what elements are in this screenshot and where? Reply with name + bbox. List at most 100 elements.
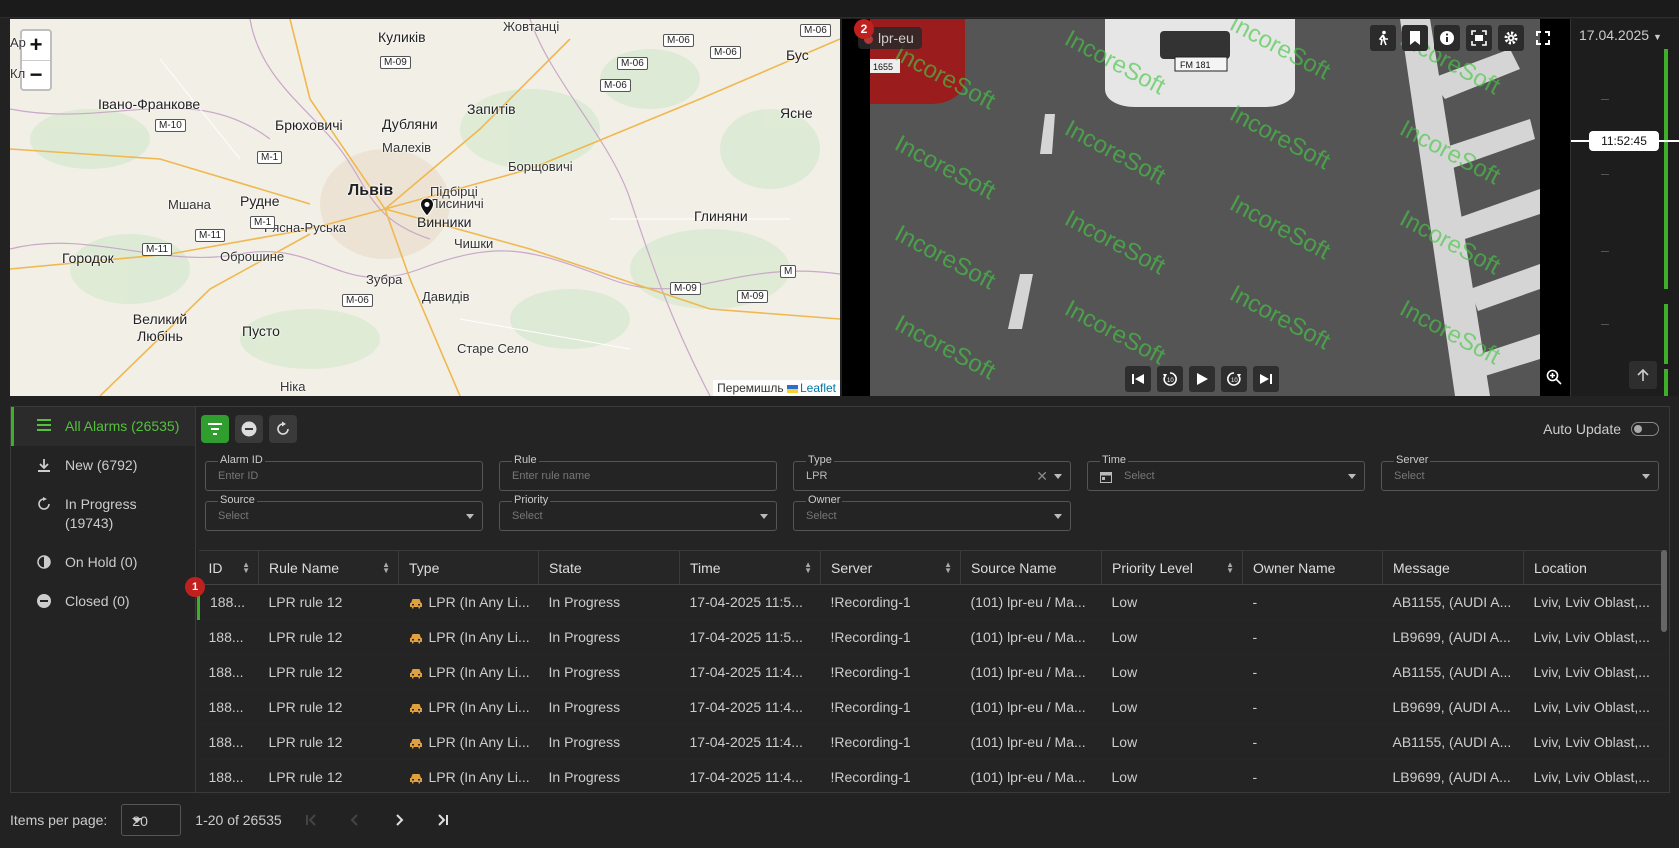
clear-filters-button[interactable] [235, 415, 263, 443]
road-shield: M-06 [600, 79, 631, 92]
sidebar-item-label: In Progress (19743) [65, 496, 137, 531]
table-row[interactable]: 188... LPR rule 12 LPR (In Any Li... In Pro… [198, 619, 1667, 655]
alarm-id-input[interactable]: Alarm ID Enter ID [205, 454, 483, 491]
table-scrollbar[interactable] [1661, 550, 1667, 632]
filter-button[interactable] [201, 415, 229, 443]
forward-10-button[interactable]: 10 [1221, 366, 1247, 392]
leaflet-link[interactable]: Leaflet [800, 381, 836, 395]
table-cell: (101) lpr-eu / Ma... [960, 759, 1102, 795]
refresh-button[interactable] [269, 415, 297, 443]
rewind-10-icon: 10 [1163, 372, 1177, 386]
sort-icon: ▲ ▼ [242, 560, 250, 575]
road-shield: M-06 [800, 24, 831, 37]
caret-down-icon [1348, 474, 1356, 479]
table-row[interactable]: 188... LPR rule 12 LPR (In Any Li... In Pro… [198, 689, 1667, 725]
video-player[interactable]: FM 181 1655 IncoreSoft IncoreSoft Incore… [842, 19, 1570, 396]
time-select[interactable]: Time Select [1087, 454, 1365, 491]
auto-update: Auto Update [1543, 421, 1659, 437]
prev-page-button[interactable] [340, 805, 370, 835]
cell-text: LPR (In Any Li... [428, 664, 530, 680]
table-cell: 17-04-2025 11:4... [679, 724, 821, 760]
source-select[interactable]: Source Select [205, 494, 483, 531]
cell-text: Lviv, Lviv Oblast,... [1533, 699, 1650, 715]
col-server[interactable]: Server ▲ ▼ [820, 550, 961, 585]
play-button[interactable] [1189, 366, 1215, 392]
info-button[interactable] [1434, 25, 1460, 51]
bookmark-button[interactable] [1402, 25, 1428, 51]
zoom-out-button[interactable]: − [22, 60, 50, 89]
table-cell: (101) lpr-eu / Ma... [960, 724, 1102, 760]
rule-input[interactable]: Rule Enter rule name [499, 454, 777, 491]
table-row[interactable]: 188... LPR rule 12 LPR (In Any Li... In Pro… [198, 724, 1667, 760]
filter-icon [208, 423, 222, 435]
table-cell: Low [1101, 584, 1243, 620]
col-id[interactable]: ID ▲ ▼ [198, 550, 259, 585]
map-label: Оброшине [220, 249, 285, 264]
snapshot-button[interactable] [1466, 25, 1492, 51]
table-cell: 188... [197, 584, 259, 620]
sidebar-item-on-hold[interactable]: On Hold (0) [11, 543, 195, 582]
sidebar-item-all-alarms[interactable]: All Alarms (26535) [11, 407, 195, 446]
timeline-panel[interactable]: 17.04.2025 ▼ 11:52:45 [1570, 19, 1679, 396]
zoom-video-button[interactable] [1543, 366, 1565, 388]
map-panel[interactable]: + − Жовтанці Куликів Івано-Франкове Дубл… [10, 19, 840, 396]
field-placeholder: Select [512, 510, 543, 522]
top-bar [0, 0, 1679, 18]
col-priority-level[interactable]: Priority Level ▲ ▼ [1101, 550, 1243, 585]
type-select[interactable]: Type LPR ✕ [793, 454, 1071, 491]
col-rule-name[interactable]: Rule Name ▲ ▼ [258, 550, 399, 585]
table-row[interactable]: 188... LPR rule 12 LPR (In Any Li... In Pro… [198, 759, 1667, 795]
sidebar-item-in-progress[interactable]: In Progress (19743) [11, 485, 195, 543]
cell-text: 188... [208, 664, 244, 680]
fullscreen-button[interactable] [1530, 25, 1556, 51]
table-cell: (101) lpr-eu / Ma... [960, 584, 1102, 620]
table-cell: 188... [198, 619, 259, 655]
rewind-10-button[interactable]: 10 [1157, 366, 1183, 392]
svg-text:10: 10 [1231, 378, 1238, 384]
table-cell: (101) lpr-eu / Ma... [960, 689, 1102, 725]
sidebar-item-label: Closed (0) [65, 593, 130, 609]
download-icon [38, 459, 50, 472]
scroll-up-button[interactable] [1629, 361, 1657, 389]
skip-start-icon [1132, 374, 1144, 384]
priority-select[interactable]: Priority Select [499, 494, 777, 531]
clear-icon[interactable]: ✕ [1036, 468, 1048, 485]
server-select[interactable]: Server Select [1381, 454, 1659, 491]
owner-select[interactable]: Owner Select [793, 494, 1071, 531]
cell-text: LPR (In Any Li... [428, 594, 530, 610]
col-time[interactable]: Time ▲ ▼ [679, 550, 821, 585]
first-page-button[interactable] [296, 805, 326, 835]
auto-update-toggle[interactable] [1631, 422, 1659, 436]
cell-text: LPR (In Any Li... [428, 629, 530, 645]
field-label: Priority [512, 494, 551, 506]
sidebar-item-new[interactable]: New (6792) [11, 446, 195, 485]
table-cell: LB9699, (AUDI A... [1382, 759, 1524, 795]
car-icon [409, 669, 422, 679]
skip-end-button[interactable] [1253, 366, 1279, 392]
road-shield: M-06 [342, 294, 373, 307]
map-pin-icon[interactable] [419, 197, 435, 217]
zoom-in-button[interactable]: + [22, 31, 50, 60]
table-row[interactable]: 188... LPR rule 12 LPR (In Any Li... In Pro… [197, 584, 1667, 620]
map-label: Дубляни [382, 116, 438, 132]
cell-text: Low [1111, 769, 1138, 785]
cell-text: LB9699, (AUDI A... [1392, 629, 1511, 645]
items-per-page-select[interactable]: 20 [121, 804, 182, 836]
car-icon [409, 774, 422, 784]
table-row[interactable]: 188... LPR rule 12 LPR (In Any Li... In Pro… [198, 654, 1667, 690]
table-cell: Lviv, Lviv Oblast,... [1523, 724, 1667, 760]
motion-detection-button[interactable] [1370, 25, 1396, 51]
skip-start-button[interactable] [1125, 366, 1151, 392]
settings-button[interactable] [1498, 25, 1524, 51]
timeline-date: 17.04.2025 [1579, 27, 1650, 43]
sidebar-item-closed[interactable]: Closed (0) [11, 582, 195, 621]
timeline-date-select[interactable]: 17.04.2025 ▼ [1579, 27, 1662, 43]
table-cell: - [1242, 619, 1383, 655]
play-icon [1197, 373, 1208, 385]
next-page-button[interactable] [384, 805, 414, 835]
last-page-button[interactable] [428, 805, 458, 835]
table-cell: !Recording-1 [820, 724, 961, 760]
refresh-icon [277, 421, 289, 435]
cell-text: Low [1111, 664, 1138, 680]
cell-text: 188... [208, 769, 244, 785]
